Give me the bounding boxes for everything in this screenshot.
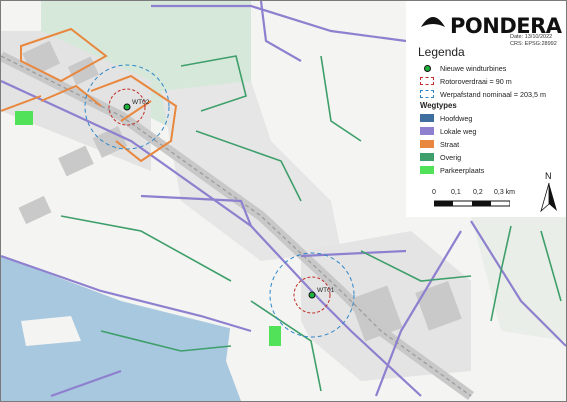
turbine-label: WT02 [132,99,150,106]
legend-label: Rotoroverdraai = 90 m [440,76,512,86]
map-crs: CRS: EPSG:28992 [510,41,557,47]
scale-bar [434,200,510,207]
turbine-symbol-icon [420,64,434,72]
legend-item-werpafstand: Werpafstand nominaal = 203,5 m [420,89,546,99]
legend-item-lokale-weg: Lokale weg [420,126,476,136]
legend-label: Parkeerplaats [440,165,485,175]
legend-item-straat: Straat [420,139,459,149]
turbine-label: WT01 [317,287,335,294]
overig-swatch [420,153,434,161]
legend-item-turbine: Nieuwe windturbines [420,63,506,73]
lokale-weg-swatch [420,127,434,135]
map-frame: WT02 WT01 PONDERA Date: 13/10/2022 CRS: … [0,0,567,402]
legend-item-overig: Overig [420,152,461,162]
legend-item-hoofdweg: Hoofdweg [420,113,472,123]
scale-label: 0,1 [451,189,461,196]
hoofdweg-swatch [420,114,434,122]
werpafstand-symbol-icon [420,90,434,98]
straat-swatch [420,140,434,148]
map-date: Date: 13/10/2022 [510,34,553,40]
legend-label: Overig [440,152,462,162]
legend-label: Nieuwe windturbines [440,63,507,73]
pondera-logo: PONDERA [416,7,566,38]
turbine-marker[interactable] [308,291,316,299]
wegtypes-title: Wegtypes [420,101,457,110]
legend-label: Werpafstand nominaal = 203,5 m [440,89,546,99]
legend-item-rotor: Rotoroverdraai = 90 m [420,76,512,86]
scale-label: 0,2 [473,189,483,196]
rotor-symbol-icon [420,77,434,85]
legend-label: Lokale weg [440,126,477,136]
logo-mark-icon [421,17,445,27]
legend-label: Straat [440,139,460,149]
legend-label: Hoofdweg [440,113,473,123]
scale-label: 0,3 km [494,189,516,196]
island [21,316,81,346]
turbine-marker[interactable] [123,103,131,111]
legend-title: Legenda [418,45,465,59]
north-label: N [545,171,552,181]
parkeerplaats-swatch [420,166,434,174]
scale-label: 0 [432,189,436,196]
legend-panel: PONDERA Date: 13/10/2022 CRS: EPSG:28992… [406,1,566,217]
legend-item-parkeerplaats: Parkeerplaats [420,165,484,175]
